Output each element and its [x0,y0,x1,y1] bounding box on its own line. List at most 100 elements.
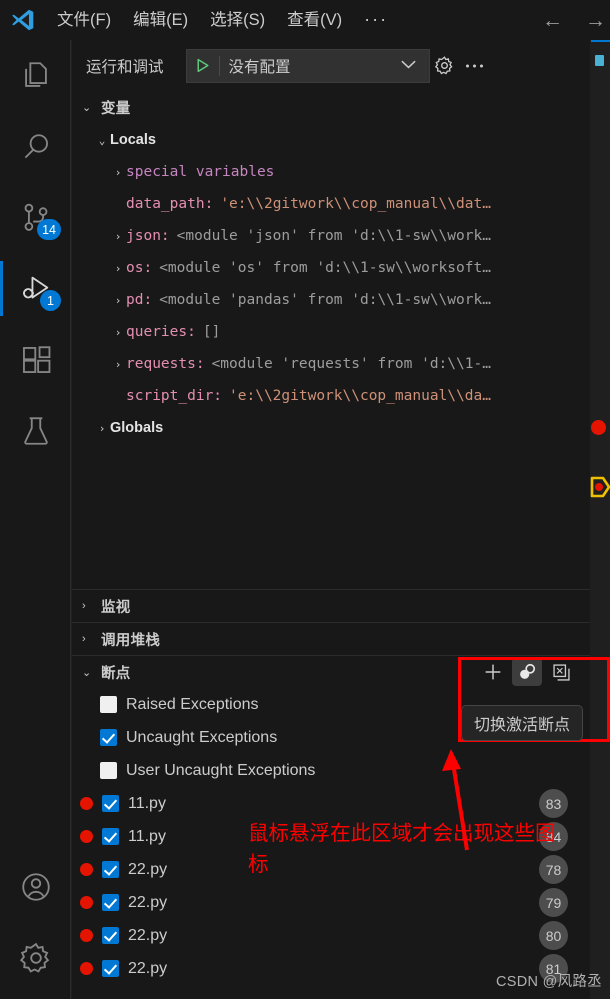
variables-pane-header[interactable]: ⌄ 变量 [72,91,590,124]
menu-item-edit[interactable]: 编辑(E) [122,7,199,33]
breakpoint-dot-icon [80,896,93,909]
menu-bar: 文件(F) 编辑(E) 选择(S) 查看(V) ··· [46,7,399,33]
variable-name: pd: [126,292,153,308]
breakpoints-pane-header[interactable]: ⌄ 断点 [72,655,590,688]
breakpoint-line-badge: 80 [539,921,568,950]
breakpoint-label: Uncaught Exceptions [126,728,278,746]
breakpoint-file-name: 11.py [128,794,166,812]
tree-row-data-path[interactable]: data_path: 'e:\\2gitwork\\cop_manual\\da… [72,188,590,220]
debug-sidebar-header: 运行和调试 没有配置 [72,40,590,91]
title-bar: 文件(F) 编辑(E) 选择(S) 查看(V) ··· ← → [0,0,610,40]
debug-more-actions-button[interactable] [460,62,490,70]
tree-row-json[interactable]: › json: <module 'json' from 'd:\\1-sw\\w… [72,220,590,252]
checkbox[interactable] [100,729,117,746]
chevron-right-icon[interactable]: › [110,262,126,275]
checkbox[interactable] [102,795,119,812]
breakpoints-pane-title: 断点 [101,665,131,682]
checkbox[interactable] [102,828,119,845]
variable-value: 'e:\\2gitwork\\cop_manual\\da… [229,388,491,404]
variable-name: queries: [126,324,196,340]
breakpoint-toggle-tooltip: 切换激活断点 [461,705,584,741]
checkbox[interactable] [100,762,117,779]
debug-configuration-select[interactable]: 没有配置 [185,48,430,83]
breakpoint-label: User Uncaught Exceptions [126,761,316,779]
tree-row-locals[interactable]: ⌄ Locals [72,124,590,156]
sidebar-item-testing[interactable] [0,395,71,466]
variable-name: special variables [126,164,275,180]
breakpoint-dot-icon [80,830,93,843]
play-icon[interactable] [187,57,219,74]
checkbox[interactable] [102,927,119,944]
chevron-right-icon[interactable]: › [110,166,126,179]
menu-item-more[interactable]: ··· [353,9,399,32]
sidebar-item-extensions[interactable] [0,324,71,395]
plus-icon [485,664,501,680]
activity-bar-bottom [0,851,71,993]
chevron-right-icon[interactable]: › [110,230,126,243]
variable-value: [] [202,324,221,340]
sidebar-item-source-control[interactable]: 14 [0,182,71,253]
beaker-icon [23,416,48,445]
sidebar-item-run-and-debug[interactable]: 1 [0,253,71,324]
menu-item-selection[interactable]: 选择(S) [199,7,276,33]
debug-configuration-value: 没有配置 [228,58,291,76]
breakpoint-row[interactable]: 22.py 80 [72,919,590,952]
toggle-activate-breakpoints-button[interactable] [512,658,542,686]
tree-row-script-dir[interactable]: script_dir: 'e:\\2gitwork\\cop_manual\\d… [72,380,590,412]
breakpoint-dot-icon [80,797,93,810]
checkbox[interactable] [100,696,117,713]
checkbox[interactable] [102,861,119,878]
checkbox[interactable] [102,894,119,911]
variables-pane-title: 变量 [101,101,131,117]
forward-arrow-icon[interactable]: → [585,10,606,31]
tree-row-special-variables[interactable]: › special variables [72,156,590,188]
sidebar-item-accounts[interactable] [0,851,71,922]
breakpoint-line-badge: 83 [539,789,568,818]
chevron-right-icon[interactable]: › [110,326,126,339]
variable-name: json: [126,228,170,244]
breakpoints-toolbar [478,658,576,686]
sidebar-item-explorer[interactable] [0,40,71,111]
tree-row-globals[interactable]: › Globals [72,412,590,444]
back-arrow-icon[interactable]: ← [542,10,563,31]
callstack-pane-header[interactable]: › 调用堆栈 [72,622,590,655]
checkbox[interactable] [102,960,119,977]
variable-value: 'e:\\2gitwork\\cop_manual\\dat… [220,196,491,212]
chevron-right-icon[interactable]: › [110,294,126,307]
variables-tree[interactable]: ⌄ Locals › special variables data_path: … [72,124,590,589]
gear-icon [434,56,453,75]
remove-all-breakpoints-button[interactable] [546,658,576,686]
tree-row-os[interactable]: › os: <module 'os' from 'd:\\1-sw\\works… [72,252,590,284]
chevron-right-icon[interactable]: › [110,358,126,371]
tree-row-queries[interactable]: › queries: [] [72,316,590,348]
tree-row-pd[interactable]: › pd: <module 'pandas' from 'd:\\1-sw\\w… [72,284,590,316]
open-launch-json-button[interactable] [430,55,460,76]
chevron-right-icon[interactable]: › [94,422,110,435]
callstack-pane-title: 调用堆栈 [101,632,161,649]
breakpoint-line-badge: 79 [539,888,568,917]
add-function-breakpoint-button[interactable] [478,658,508,686]
chevron-down-icon[interactable]: ⌄ [94,134,110,147]
variable-name: script_dir: [126,388,223,404]
editor-tab[interactable] [591,40,610,78]
breakpoint-label: Raised Exceptions [126,695,259,713]
sidebar-item-settings[interactable] [0,922,71,993]
tree-row-requests[interactable]: › requests: <module 'requests' from 'd:\… [72,348,590,380]
activity-bar: 14 1 [0,40,71,999]
sidebar-item-search[interactable] [0,111,71,182]
variable-value: <module 'pandas' from 'd:\\1-sw\\work… [159,292,491,308]
editor-breakpoint-dot-icon[interactable] [591,420,606,435]
breakpoint-file-name: 11.py [128,827,166,845]
watch-pane-title: 监视 [101,599,131,616]
watch-pane-header[interactable]: › 监视 [72,589,590,622]
breakpoint-row[interactable]: 22.py 79 [72,886,590,919]
search-icon [24,133,48,158]
menu-item-file[interactable]: 文件(F) [46,7,122,33]
menu-item-view[interactable]: 查看(V) [276,7,353,33]
variable-name: requests: [126,356,205,372]
breakpoint-dot-icon [80,962,93,975]
breakpoint-file-name: 22.py [128,860,168,878]
chevron-down-icon[interactable] [400,59,429,73]
editor-gutter [589,76,610,999]
editor-current-execution-icon [589,475,610,504]
